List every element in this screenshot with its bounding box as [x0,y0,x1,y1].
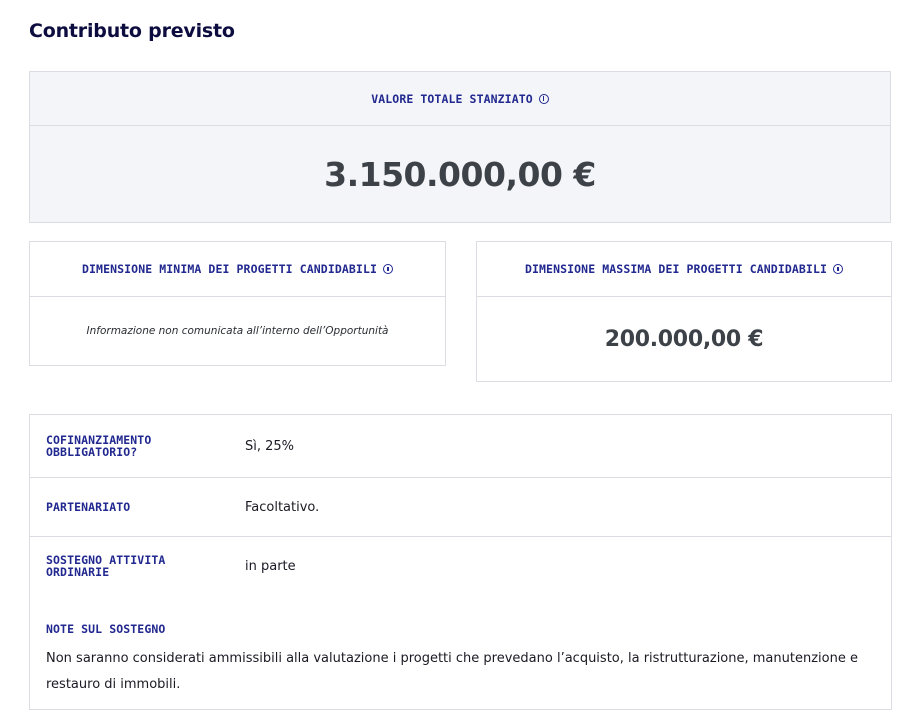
total-amount-value: 3.150.000,00 € [324,154,596,194]
max-project-size-card: DIMENSIONE MASSIMA DEI PROGETTI CANDIDAB… [476,241,892,382]
cofinancing-label-line2: OBBLIGATORIO? [46,445,138,459]
min-project-size-header: DIMENSIONE MINIMA DEI PROGETTI CANDIDABI… [30,242,445,297]
partnership-label: PARTENARIATO [30,501,245,513]
ordinary-activities-label: SOSTEGNO ATTIVITA ORDINARIE [30,554,245,578]
min-project-size-card: DIMENSIONE MINIMA DEI PROGETTI CANDIDABI… [29,241,446,366]
partnership-value: Facoltativo. [245,499,320,515]
table-row: PARTENARIATO Facoltativo. [30,478,891,537]
partnership-label-line1: PARTENARIATO [46,500,131,514]
support-notes: NOTE SUL SOSTEGNO Non saranno considerat… [46,622,866,698]
max-project-size-label: DIMENSIONE MASSIMA DEI PROGETTI CANDIDAB… [524,262,827,276]
table-row: SOSTEGNO ATTIVITA ORDINARIE in parte [30,537,891,595]
details-table: COFINANZIAMENTO OBBLIGATORIO? Sì, 25% PA… [29,414,892,710]
table-row: COFINANZIAMENTO OBBLIGATORIO? Sì, 25% [30,415,891,478]
max-project-size-header: DIMENSIONE MASSIMA DEI PROGETTI CANDIDAB… [477,242,891,297]
total-amount-body: 3.150.000,00 € [30,126,890,222]
info-icon[interactable] [833,264,843,274]
max-project-size-body: 200.000,00 € [477,297,891,381]
min-project-size-label: DIMENSIONE MINIMA DEI PROGETTI CANDIDABI… [82,262,377,276]
min-project-size-note: Informazione non comunicata all’interno … [86,325,389,337]
total-amount-label: VALORE TOTALE STANZIATO [371,91,533,106]
ordinary-activities-value: in parte [245,558,296,574]
support-notes-label: NOTE SUL SOSTEGNO [46,622,166,636]
cofinancing-value: Sì, 25% [245,438,295,454]
info-icon[interactable] [383,264,393,274]
support-notes-text: Non saranno considerati ammissibili alla… [46,651,858,692]
total-amount-header: VALORE TOTALE STANZIATO [30,72,890,126]
info-icon[interactable] [538,93,549,104]
cofinancing-label: COFINANZIAMENTO OBBLIGATORIO? [30,434,245,458]
ordinary-activities-label-line2: ORDINARIE [46,565,110,579]
total-amount-card: VALORE TOTALE STANZIATO 3.150.000,00 € [29,71,891,223]
page-title: Contributo previsto [29,20,235,42]
max-project-size-value: 200.000,00 € [604,326,764,352]
min-project-size-body: Informazione non comunicata all’interno … [30,297,445,365]
